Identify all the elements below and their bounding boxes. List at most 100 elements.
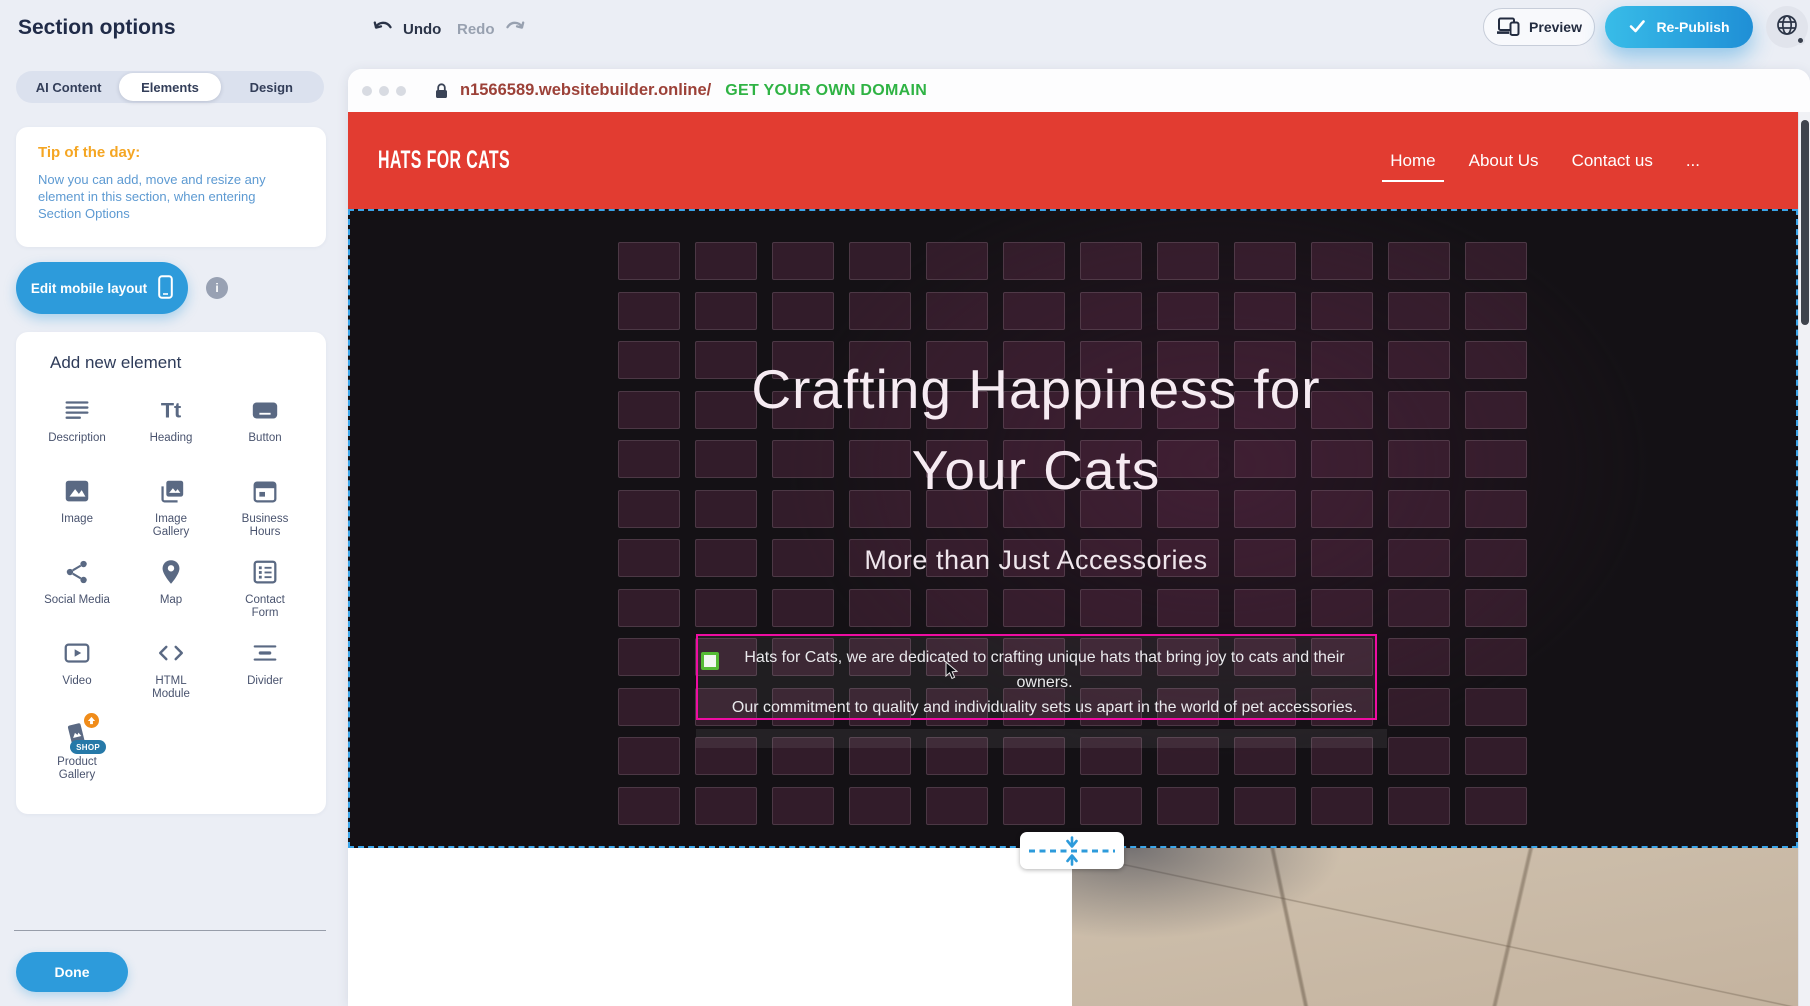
grid-tile — [1465, 638, 1527, 676]
section-resize-handle[interactable] — [1020, 832, 1124, 869]
grid-tile — [1388, 539, 1450, 577]
tab-ai-content[interactable]: AI Content — [18, 73, 119, 101]
grid-tile — [1311, 242, 1373, 280]
add-element-business-hours[interactable]: Business Hours — [218, 468, 312, 549]
nav-item-home[interactable]: Home — [1390, 151, 1435, 171]
grid-tile — [1311, 539, 1373, 577]
add-new-element-title: Add new element — [50, 353, 326, 373]
grid-tile — [1311, 787, 1373, 825]
add-element-social-media[interactable]: Social Media — [30, 549, 124, 630]
page-title: Section options — [18, 16, 176, 40]
grid-tile — [926, 292, 988, 330]
devices-icon — [1496, 16, 1520, 39]
grid-tile — [618, 589, 680, 627]
add-element-image-gallery[interactable]: Image Gallery — [124, 468, 218, 549]
grid-tile — [1388, 688, 1450, 726]
grid-tile — [926, 589, 988, 627]
grid-tile — [1388, 787, 1450, 825]
redo-button[interactable]: Redo — [457, 19, 525, 39]
social-media-icon — [62, 557, 92, 591]
undo-button[interactable]: Undo — [373, 19, 441, 39]
grid-tile — [618, 688, 680, 726]
add-element-heading[interactable]: TtHeading — [124, 387, 218, 468]
add-element-contact-form[interactable]: Contact Form — [218, 549, 312, 630]
grid-tile — [618, 638, 680, 676]
nav-item-about-us[interactable]: About Us — [1469, 151, 1539, 171]
add-element-label: Product Gallery — [43, 756, 111, 782]
add-element-product-gallery[interactable]: SHOPProduct Gallery — [30, 711, 124, 792]
tab-design[interactable]: Design — [221, 73, 322, 101]
selected-description-element[interactable]: Hats for Cats, we are dedicated to craft… — [696, 634, 1377, 720]
browser-chrome: n1566589.websitebuilder.online/ GET YOUR… — [348, 69, 1810, 112]
globe-icon — [1775, 13, 1799, 42]
add-element-divider[interactable]: Divider — [218, 630, 312, 711]
video-icon — [62, 638, 92, 672]
site-logo[interactable]: HATS FOR CATS — [378, 146, 510, 175]
redo-icon — [503, 19, 525, 39]
grid-tile — [618, 292, 680, 330]
grid-tile — [1157, 242, 1219, 280]
preview-button[interactable]: Preview — [1483, 8, 1595, 46]
grid-tile — [1234, 589, 1296, 627]
add-element-button[interactable]: Button — [218, 387, 312, 468]
preview-label: Preview — [1529, 19, 1582, 35]
image-icon — [62, 476, 92, 510]
add-element-label: Video — [62, 675, 91, 688]
grid-tile — [772, 292, 834, 330]
republish-button[interactable]: Re-Publish — [1605, 6, 1753, 48]
grid-tile — [1003, 589, 1065, 627]
upgrade-arrow-icon — [84, 713, 99, 728]
nav-item-more[interactable]: ... — [1686, 151, 1700, 171]
add-element-map[interactable]: Map — [124, 549, 218, 630]
hero-heading[interactable]: Crafting Happiness for Your Cats — [696, 349, 1376, 511]
website-canvas: HATS FOR CATS HomeAbout UsContact us... … — [348, 112, 1798, 1006]
grid-tile — [1311, 292, 1373, 330]
edit-mobile-layout-button[interactable]: Edit mobile layout — [16, 262, 188, 314]
browser-dot — [379, 86, 389, 96]
grid-tile — [1388, 391, 1450, 429]
grid-tile — [1465, 688, 1527, 726]
done-button[interactable]: Done — [16, 952, 128, 992]
site-preview-window: n1566589.websitebuilder.online/ GET YOUR… — [348, 69, 1810, 1006]
hero-description-line1: Hats for Cats, we are dedicated to craft… — [720, 645, 1369, 695]
contact-form-icon — [250, 557, 280, 591]
tip-body: Now you can add, move and resize any ele… — [38, 171, 290, 222]
tab-elements[interactable]: Elements — [119, 73, 220, 101]
add-element-image[interactable]: Image — [30, 468, 124, 549]
scrollbar-thumb[interactable] — [1801, 120, 1809, 325]
hero-description[interactable]: Hats for Cats, we are dedicated to craft… — [720, 645, 1369, 720]
undo-icon — [373, 19, 395, 39]
selection-resize-handle[interactable] — [701, 652, 719, 670]
grid-tile — [1388, 292, 1450, 330]
grid-tile — [1388, 440, 1450, 478]
grid-tile — [1465, 440, 1527, 478]
add-element-label: Button — [248, 432, 281, 445]
info-icon[interactable]: i — [206, 277, 228, 299]
grid-tile — [926, 242, 988, 280]
grid-tile — [1465, 242, 1527, 280]
grid-tile — [1080, 292, 1142, 330]
grid-tile — [926, 787, 988, 825]
add-element-video[interactable]: Video — [30, 630, 124, 711]
add-element-description[interactable]: Description — [30, 387, 124, 468]
add-element-label: Contact Form — [231, 594, 299, 620]
grid-tile — [772, 242, 834, 280]
hero-section[interactable]: Crafting Happiness for Your Cats More th… — [348, 209, 1798, 848]
preview-scrollbar[interactable] — [1798, 112, 1810, 1006]
url-text[interactable]: n1566589.websitebuilder.online/ — [460, 81, 711, 100]
get-your-own-domain-link[interactable]: GET YOUR OWN DOMAIN — [725, 82, 927, 100]
grid-tile — [695, 787, 757, 825]
add-element-label: Description — [48, 432, 106, 445]
grid-tile — [1388, 341, 1450, 379]
image-gallery-icon — [156, 476, 186, 510]
add-element-html-module[interactable]: HTML Module — [124, 630, 218, 711]
grid-tile — [772, 787, 834, 825]
grid-tile — [618, 391, 680, 429]
tip-title: Tip of the day: — [38, 144, 304, 161]
site-header: HATS FOR CATS Home About Us Contact us... — [348, 112, 1798, 209]
heading-icon: Tt — [156, 395, 186, 429]
hero-subheading[interactable]: More than Just Accessories — [864, 545, 1207, 576]
nav-item-contact-us[interactable]: Contact us — [1572, 151, 1653, 171]
add-element-label: Business Hours — [231, 513, 299, 539]
language-globe-button[interactable] — [1766, 6, 1808, 48]
